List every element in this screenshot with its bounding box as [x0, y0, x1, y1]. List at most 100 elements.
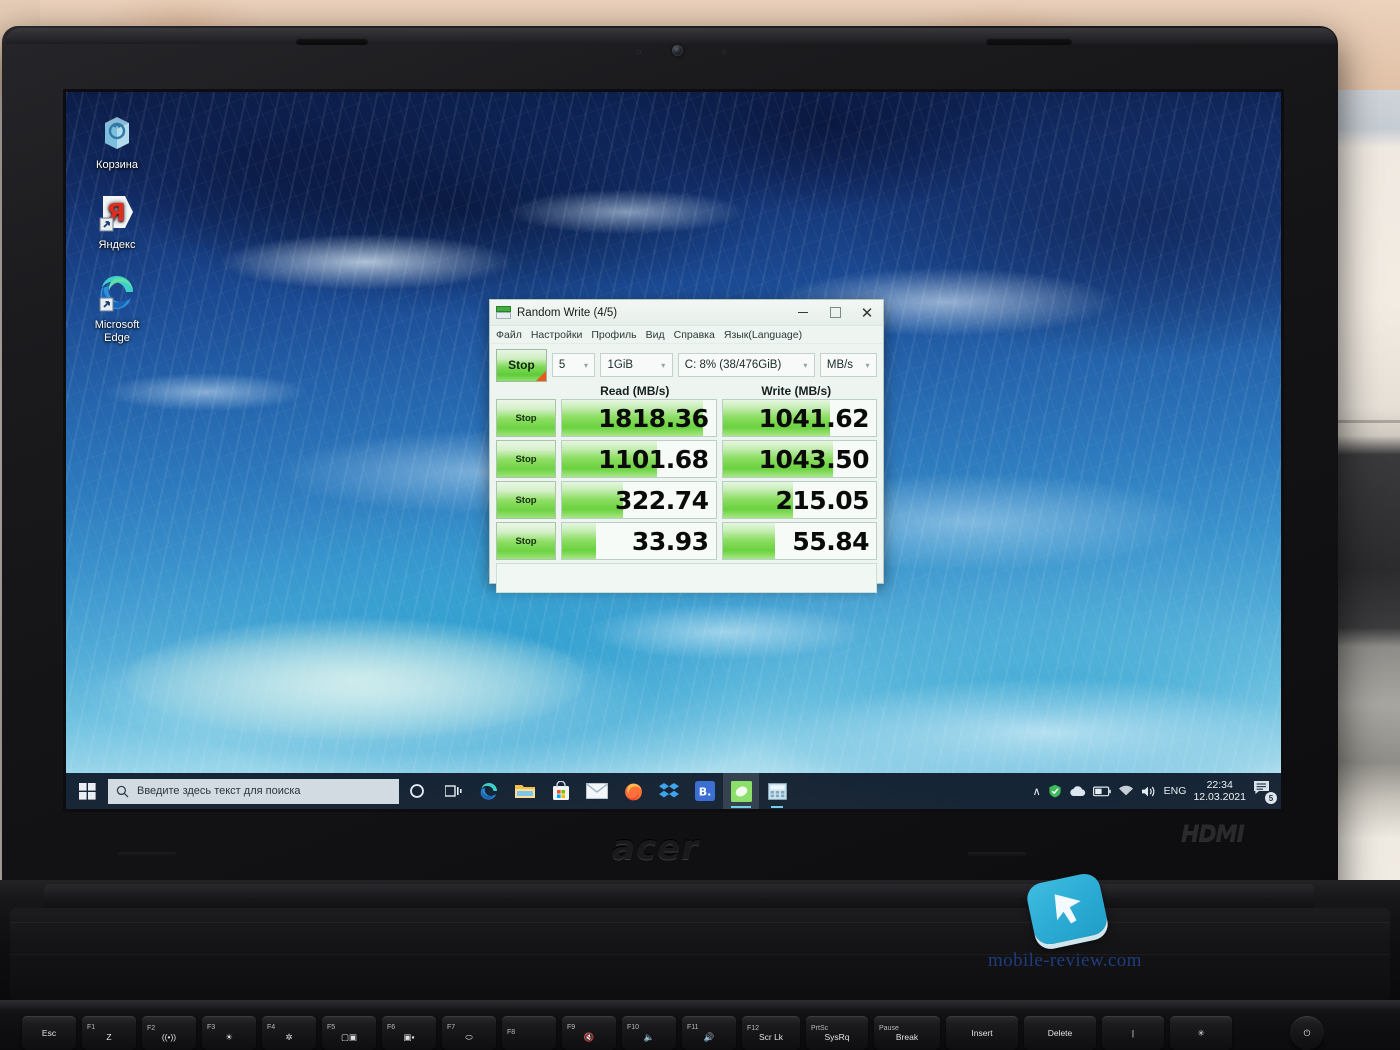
taskbar-item-dropbox[interactable]	[651, 773, 687, 809]
write-value: 215.05	[775, 485, 870, 515]
row-stop-button[interactable]: Stop	[496, 522, 556, 560]
window-titlebar[interactable]: Random Write (4/5) ✕	[490, 300, 883, 326]
menu-item-settings[interactable]: Настройки	[531, 329, 583, 341]
size-select[interactable]: 1GiB ▾	[600, 353, 673, 377]
taskbar-item-cortana[interactable]	[399, 773, 435, 809]
file-explorer-icon	[515, 785, 535, 798]
taskbar-item-crystaldiskmark[interactable]	[723, 773, 759, 809]
microphone-right	[722, 50, 726, 54]
menu-bar[interactable]: Файл Настройки Профиль Вид Справка Язык(…	[490, 326, 883, 344]
taskbar-item-mail[interactable]	[579, 773, 615, 809]
taskbar-item-task-view[interactable]	[435, 773, 471, 809]
crystaldiskmark-icon	[730, 780, 752, 802]
shield-icon[interactable]	[1048, 784, 1062, 798]
system-tray[interactable]: ∧ ENG 22:34 12.03.2021 5	[1033, 779, 1281, 804]
read-result-cell: 1818.36	[561, 399, 717, 437]
desktop-icon-label: Яндекс	[98, 239, 136, 251]
key-label: Scr Lk	[758, 1031, 784, 1042]
key-label: SysRq	[824, 1031, 850, 1042]
key-f9-mic-mute[interactable]: F9 🔇	[562, 1016, 616, 1050]
taskbar-item-microsoft-store[interactable]	[543, 773, 579, 809]
battery-icon[interactable]	[1092, 786, 1111, 797]
row-stop-button[interactable]: Stop	[496, 481, 556, 519]
key-label: 🔇	[583, 1032, 595, 1042]
wifi-icon[interactable]	[1118, 785, 1134, 797]
key-f10-volume-down[interactable]: F10 🔈	[622, 1016, 676, 1050]
taskbar-item-calculator[interactable]	[759, 773, 795, 809]
table-row: Stop 322.74 215.05	[496, 481, 877, 519]
menu-item-file[interactable]: Файл	[496, 329, 522, 341]
write-result-cell: 1041.62	[721, 399, 877, 437]
menu-item-view[interactable]: Вид	[646, 329, 665, 341]
key-fn-label: F12	[747, 1024, 760, 1032]
unit-select[interactable]: MB/s ▾	[819, 353, 877, 377]
minimize-button[interactable]	[787, 301, 819, 325]
desktop-icon-microsoft-edge[interactable]: Microsoft Edge	[74, 270, 160, 345]
key-pause[interactable]: Pause Break	[874, 1016, 940, 1050]
key-f8-mute[interactable]: F8	[502, 1016, 556, 1050]
key-delete[interactable]: Delete	[1024, 1016, 1096, 1050]
cloud-icon[interactable]	[1069, 785, 1086, 797]
lid-vent-right	[986, 38, 1072, 45]
taskbar-item-firefox[interactable]	[615, 773, 651, 809]
runs-select[interactable]: 5 ▾	[551, 353, 596, 377]
laptop-screen: Корзина Я Яндекс Microsoft Edge Random W…	[66, 92, 1281, 809]
tray-overflow-icon[interactable]: ∧	[1033, 785, 1041, 798]
volume-icon[interactable]	[1141, 785, 1157, 798]
maximize-button[interactable]	[819, 301, 851, 325]
keyboard-lip	[0, 1000, 1400, 1009]
key-f11-volume-up[interactable]: F11 🔊	[682, 1016, 736, 1050]
notifications-button[interactable]: 5	[1253, 780, 1277, 804]
row-stop-button[interactable]: Stop	[496, 440, 556, 478]
key-f2-airplane[interactable]: F2 ((•))	[142, 1016, 196, 1050]
key-label: ▣▪	[403, 1032, 415, 1042]
key-prtsc[interactable]: PrtSc SysRq	[806, 1016, 868, 1050]
menu-item-profile[interactable]: Профиль	[591, 329, 636, 341]
key-f12-scrlk[interactable]: F12 Scr Lk	[742, 1016, 800, 1050]
microsoft-store-icon	[553, 781, 569, 800]
key-power[interactable]: ⏻	[1290, 1016, 1324, 1050]
start-button[interactable]	[66, 773, 108, 809]
key-f5-display-switch[interactable]: F5 ▢▣	[322, 1016, 376, 1050]
desktop-icon-recycle-bin[interactable]: Корзина	[74, 110, 160, 172]
chevron-down-icon: ▾	[661, 360, 666, 370]
write-result-cell: 1043.50	[721, 440, 877, 478]
key-f3-brightness-down[interactable]: F3 ☀	[202, 1016, 256, 1050]
crystaldiskmark-icon	[496, 306, 511, 319]
key-f4-brightness-up[interactable]: F4 ✲	[262, 1016, 316, 1050]
taskbar[interactable]: Введите здесь текст для поиска B. ∧ ENG …	[66, 773, 1281, 809]
menu-item-help[interactable]: Справка	[674, 329, 715, 341]
tray-language[interactable]: ENG	[1164, 785, 1187, 797]
menu-item-language[interactable]: Язык(Language)	[724, 329, 802, 341]
key-fn-label: F5	[327, 1024, 336, 1031]
search-input[interactable]: Введите здесь текст для поиска	[108, 778, 399, 804]
booking-icon: B.	[695, 781, 715, 801]
target-drive-select[interactable]: C: 8% (38/476GiB) ▾	[677, 353, 815, 377]
key-backlight[interactable]: ✳	[1170, 1016, 1232, 1050]
key-f6-display-off[interactable]: F6 ▣▪	[382, 1016, 436, 1050]
row-stop-button[interactable]: Stop	[496, 399, 556, 437]
key-f1-sleep[interactable]: F1 Z	[82, 1016, 136, 1050]
all-stop-button[interactable]: Stop	[496, 348, 547, 382]
key-label: ⬭	[465, 1032, 473, 1042]
clock[interactable]: 22:34 12.03.2021	[1193, 779, 1246, 803]
taskbar-item-booking[interactable]: B.	[687, 773, 723, 809]
key-esc[interactable]: Esc	[22, 1016, 76, 1050]
all-stop-label: Stop	[508, 358, 535, 372]
read-value: 1818.36	[598, 403, 709, 433]
key-fn-label: F4	[267, 1024, 276, 1031]
column-header-write: Write (MB/s)	[761, 383, 832, 398]
unit-value: MB/s	[826, 359, 854, 371]
key-label: Insert	[971, 1028, 993, 1038]
key-insert[interactable]: Insert	[946, 1016, 1018, 1050]
taskbar-item-microsoft-edge[interactable]	[471, 773, 507, 809]
write-value: 55.84	[792, 526, 869, 556]
key-f7-touchpad[interactable]: F7 ⬭	[442, 1016, 496, 1050]
key-pipe[interactable]: |	[1102, 1016, 1164, 1050]
table-row: Stop 1818.36 1041.62	[496, 399, 877, 437]
photo-scene: Корзина Я Яндекс Microsoft Edge Random W…	[0, 0, 1400, 1050]
close-button[interactable]: ✕	[851, 301, 883, 325]
taskbar-item-file-explorer[interactable]	[507, 773, 543, 809]
crystaldiskmark-window[interactable]: Random Write (4/5) ✕ Файл Настройки Проф…	[489, 299, 884, 593]
desktop-icon-yandex[interactable]: Я Яндекс	[74, 190, 160, 252]
